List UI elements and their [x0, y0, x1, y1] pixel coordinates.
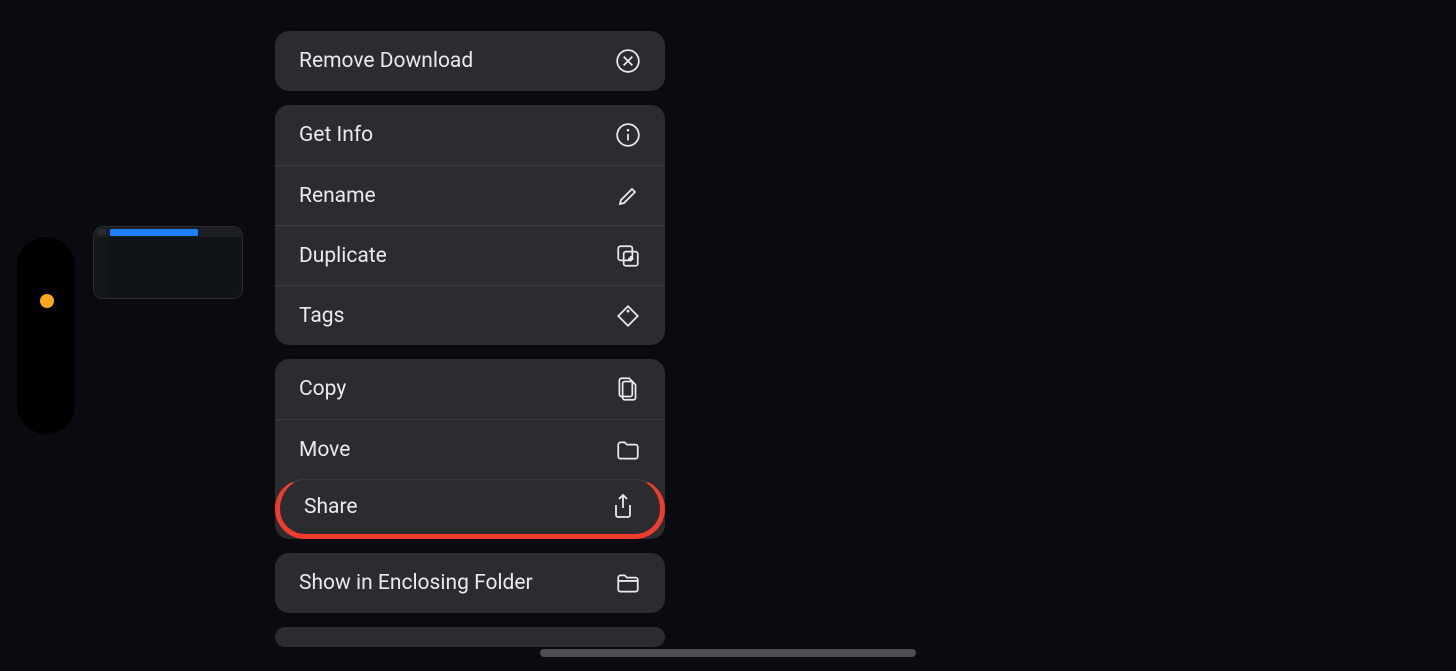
- menu-label: Copy: [299, 377, 346, 401]
- menu-label: Rename: [299, 184, 376, 208]
- thumb-selection-bar: [110, 229, 198, 236]
- pencil-icon: [615, 183, 641, 209]
- menu-group-3: Copy Move Share: [275, 359, 665, 539]
- thumb-traffic-dot: [98, 229, 106, 235]
- context-menu: Remove Download Get Info: [275, 31, 665, 661]
- menu-item-move[interactable]: Move: [275, 419, 665, 479]
- menu-label: Share: [304, 495, 358, 519]
- tag-icon: [615, 303, 641, 329]
- menu-label: Move: [299, 438, 350, 462]
- menu-group-5: [275, 627, 665, 647]
- screen: Remove Download Get Info: [0, 0, 1456, 671]
- menu-label: Remove Download: [299, 49, 473, 73]
- home-indicator[interactable]: [540, 649, 916, 657]
- menu-item-tags[interactable]: Tags: [275, 285, 665, 345]
- copy-icon: [615, 376, 641, 402]
- share-icon: [610, 494, 636, 520]
- folder-icon: [615, 437, 641, 463]
- folder-open-icon: [615, 570, 641, 596]
- menu-item-get-info[interactable]: Get Info: [275, 105, 665, 165]
- info-icon: [615, 122, 641, 148]
- menu-label: Show in Enclosing Folder: [299, 571, 533, 595]
- remove-download-icon: [615, 48, 641, 74]
- menu-item-share[interactable]: Share: [275, 479, 665, 539]
- menu-item-show-enclosing[interactable]: Show in Enclosing Folder: [275, 553, 665, 613]
- file-thumbnail[interactable]: [93, 226, 243, 299]
- menu-group-1: Remove Download: [275, 31, 665, 91]
- menu-label: Duplicate: [299, 244, 387, 268]
- menu-item-copy[interactable]: Copy: [275, 359, 665, 419]
- menu-label: Get Info: [299, 123, 373, 147]
- menu-group-4: Show in Enclosing Folder: [275, 553, 665, 613]
- side-pill: [17, 237, 75, 434]
- menu-item-duplicate[interactable]: Duplicate: [275, 225, 665, 285]
- duplicate-icon: [615, 243, 641, 269]
- thumb-sidebar: [94, 237, 108, 299]
- menu-label: Tags: [299, 304, 344, 328]
- menu-item-remove-download[interactable]: Remove Download: [275, 31, 665, 91]
- menu-group-2: Get Info Rename Duplicat: [275, 105, 665, 345]
- menu-item-rename[interactable]: Rename: [275, 165, 665, 225]
- side-pill-dot: [40, 294, 54, 308]
